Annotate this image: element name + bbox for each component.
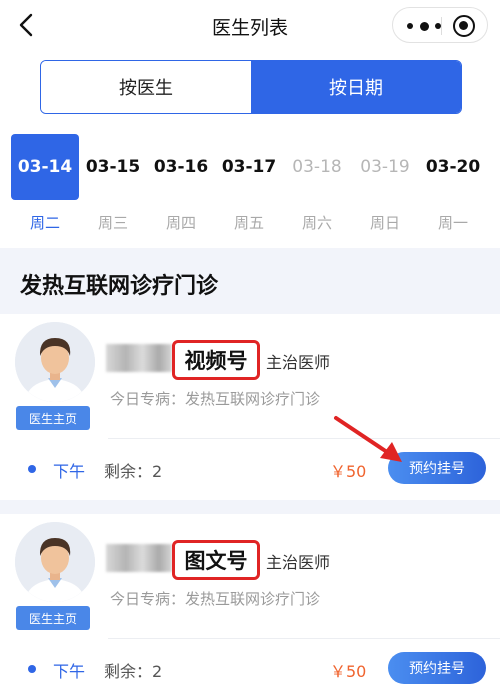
doctor-avatar-icon[interactable] xyxy=(15,322,95,402)
highlight-box: 视频号 xyxy=(172,340,260,380)
highlight-box: 图文号 xyxy=(172,540,260,580)
remaining-slots: 剩余：2 xyxy=(104,462,163,481)
date-label: 03-20 xyxy=(425,157,481,177)
weekday-label: 周六 xyxy=(301,214,332,232)
date-label: 03-14 xyxy=(11,134,79,200)
remaining-slots: 剩余：2 xyxy=(104,662,163,681)
doctor-avatar-icon[interactable] xyxy=(15,522,95,602)
price: ￥50 xyxy=(330,662,367,681)
date-item-03-15[interactable]: 03-15 周三 xyxy=(79,134,147,244)
clinic-section-title: 发热互联网诊疗门诊 xyxy=(20,274,219,299)
weekday-label: 周三 xyxy=(97,214,128,232)
card-divider xyxy=(108,438,500,439)
more-dots-icon[interactable] xyxy=(407,16,441,36)
doctor-title: 主治医师 xyxy=(266,553,331,572)
date-item-03-20[interactable]: 03-20 周一 xyxy=(419,134,487,244)
date-strip: 03-14 周二 03-15 周三 03-16 周四 03-17 周五 03-1… xyxy=(11,134,491,244)
doctor-name-redacted xyxy=(106,544,172,572)
mini-program-capsule xyxy=(392,7,488,43)
period-dot-icon xyxy=(28,465,36,473)
date-label: 03-17 xyxy=(221,157,277,177)
date-label: 03-18 xyxy=(292,157,342,177)
weekday-label: 周日 xyxy=(369,214,400,232)
doctor-name-redacted xyxy=(106,344,172,372)
period-dot-icon xyxy=(28,665,36,673)
highlight-label: 视频号 xyxy=(184,349,248,373)
tab-by-doctor[interactable]: 按医生 xyxy=(41,61,251,113)
date-label: 03-16 xyxy=(153,157,209,177)
view-mode-segmented-control: 按医生 按日期 xyxy=(40,60,462,114)
doctor-card: 医生主页 图文号 主治医师 今日专病：发热互联网诊疗门诊 下午 剩余：2 ￥50… xyxy=(0,514,500,700)
date-label: 03-15 xyxy=(85,157,141,177)
time-period: 下午 xyxy=(53,462,86,481)
highlight-label: 图文号 xyxy=(184,549,248,573)
date-item-03-19: 03-19 周日 xyxy=(351,134,419,244)
card-divider xyxy=(108,638,500,639)
date-item-03-17[interactable]: 03-17 周五 xyxy=(215,134,283,244)
weekday-label: 周二 xyxy=(29,214,60,232)
capsule-divider xyxy=(441,17,442,35)
doctor-homepage-button[interactable]: 医生主页 xyxy=(16,406,90,430)
weekday-label: 周四 xyxy=(165,214,196,232)
today-specialty: 今日专病：发热互联网诊疗门诊 xyxy=(110,590,321,608)
date-item-03-16[interactable]: 03-16 周四 xyxy=(147,134,215,244)
tab-by-date[interactable]: 按日期 xyxy=(251,61,461,113)
doctor-homepage-button[interactable]: 医生主页 xyxy=(16,606,90,630)
book-appointment-button[interactable]: 预约挂号 xyxy=(388,652,486,684)
doctor-card: 医生主页 视频号 主治医师 今日专病：发热互联网诊疗门诊 下午 剩余：2 ￥50… xyxy=(0,314,500,500)
date-label: 03-19 xyxy=(360,157,410,177)
date-item-03-14[interactable]: 03-14 周二 xyxy=(11,134,79,244)
target-circle-icon[interactable] xyxy=(453,15,475,37)
doctor-title: 主治医师 xyxy=(266,353,331,372)
today-specialty: 今日专病：发热互联网诊疗门诊 xyxy=(110,390,321,408)
weekday-label: 周一 xyxy=(437,214,468,232)
navigation-bar: 医生列表 xyxy=(0,0,500,52)
date-item-03-18: 03-18 周六 xyxy=(283,134,351,244)
red-arrow-icon xyxy=(334,416,402,462)
time-period: 下午 xyxy=(53,662,86,681)
weekday-label: 周五 xyxy=(233,214,264,232)
filter-area: 按医生 按日期 03-14 周二 03-15 周三 03-16 周四 03-17… xyxy=(0,52,500,248)
